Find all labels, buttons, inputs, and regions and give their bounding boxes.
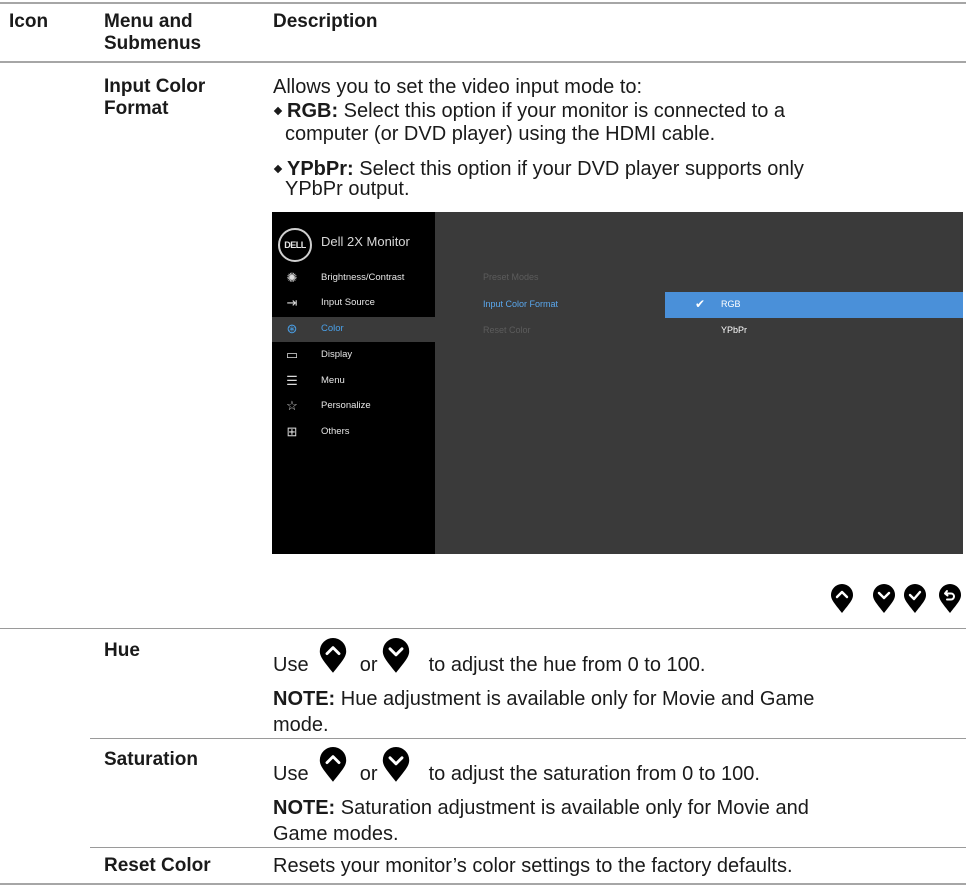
input-color-format-intro: Allows you to set the video input mode t… — [273, 76, 643, 98]
header-description: Description — [273, 11, 378, 32]
header-menu: Menu and Submenus — [104, 11, 202, 54]
bullet-icon — [273, 106, 283, 116]
check-icon[interactable] — [903, 584, 927, 614]
up-icon — [319, 638, 347, 673]
saturation-name: Saturation — [104, 749, 198, 770]
osd-sidebar: DELL Dell 2X Monitor ✺ Brightness/Contra… — [272, 212, 435, 554]
reset-color-name: Reset Color — [104, 855, 211, 876]
osd-submenu-preset-modes[interactable]: Preset Modes — [483, 272, 539, 282]
osd-menu-color[interactable]: ⊛ Color — [272, 317, 435, 342]
star-icon: ☆ — [286, 398, 298, 413]
down-icon — [382, 747, 410, 782]
down-icon[interactable] — [872, 584, 896, 614]
others-icon: ⊞ — [286, 424, 298, 439]
header-icon: Icon — [9, 11, 49, 32]
saturation-note: NOTE: Saturation adjustment is available… — [273, 797, 809, 845]
menu-icon: ☰ — [286, 373, 298, 388]
bullet-rgb: RGB: Select this option if your monitor … — [273, 100, 785, 146]
input-color-format-name: Input Color Format — [104, 76, 206, 119]
bullet-icon — [273, 164, 283, 174]
input-source-icon: ⇥ — [286, 295, 298, 310]
row-rule — [0, 628, 966, 629]
osd-title: Dell 2X Monitor — [321, 234, 410, 249]
dell-logo: DELL — [278, 228, 312, 262]
saturation-use-line: Use or to adjust the saturation from 0 t… — [273, 763, 760, 785]
hue-use-line: Use or to adjust the hue from 0 to 100. — [273, 654, 706, 676]
up-icon[interactable] — [830, 584, 854, 614]
osd-menu-display[interactable]: ▭ Display — [272, 343, 435, 368]
osd-submenu-input-color-format[interactable]: Input Color Format — [483, 299, 558, 309]
osd-menu-personalize[interactable]: ☆ Personalize — [272, 394, 435, 419]
check-icon: ✔ — [695, 297, 706, 311]
hue-note: NOTE: Hue adjustment is available only f… — [273, 688, 815, 736]
up-icon — [319, 747, 347, 782]
reset-color-description: Resets your monitor’s color settings to … — [273, 855, 793, 877]
hue-name: Hue — [104, 640, 140, 661]
osd-menu-menu[interactable]: ☰ Menu — [272, 369, 435, 394]
osd-menu-others[interactable]: ⊞ Others — [272, 420, 435, 445]
osd-menu-input-source[interactable]: ⇥ Input Source — [272, 291, 435, 316]
display-icon: ▭ — [285, 347, 299, 362]
row-rule — [90, 847, 966, 848]
brightness-icon: ✺ — [286, 270, 298, 285]
table-top-rule — [0, 2, 966, 4]
osd-option-rgb[interactable]: ✔ RGB — [665, 292, 963, 318]
osd-submenu-reset-color[interactable]: Reset Color — [483, 325, 531, 335]
back-icon[interactable] — [938, 584, 962, 614]
osd-menu-brightness[interactable]: ✺ Brightness/Contrast — [272, 266, 435, 291]
down-icon — [382, 638, 410, 673]
table-bottom-rule — [0, 883, 966, 885]
osd-screenshot: DELL Dell 2X Monitor ✺ Brightness/Contra… — [272, 212, 963, 554]
row-rule — [90, 738, 966, 739]
bullet-ypbpr: YPbPr: Select this option if your DVD pl… — [273, 158, 804, 201]
color-palette-icon: ⊛ — [286, 321, 298, 336]
header-bottom-rule — [0, 61, 966, 63]
osd-option-ypbpr[interactable]: YPbPr — [665, 318, 963, 344]
